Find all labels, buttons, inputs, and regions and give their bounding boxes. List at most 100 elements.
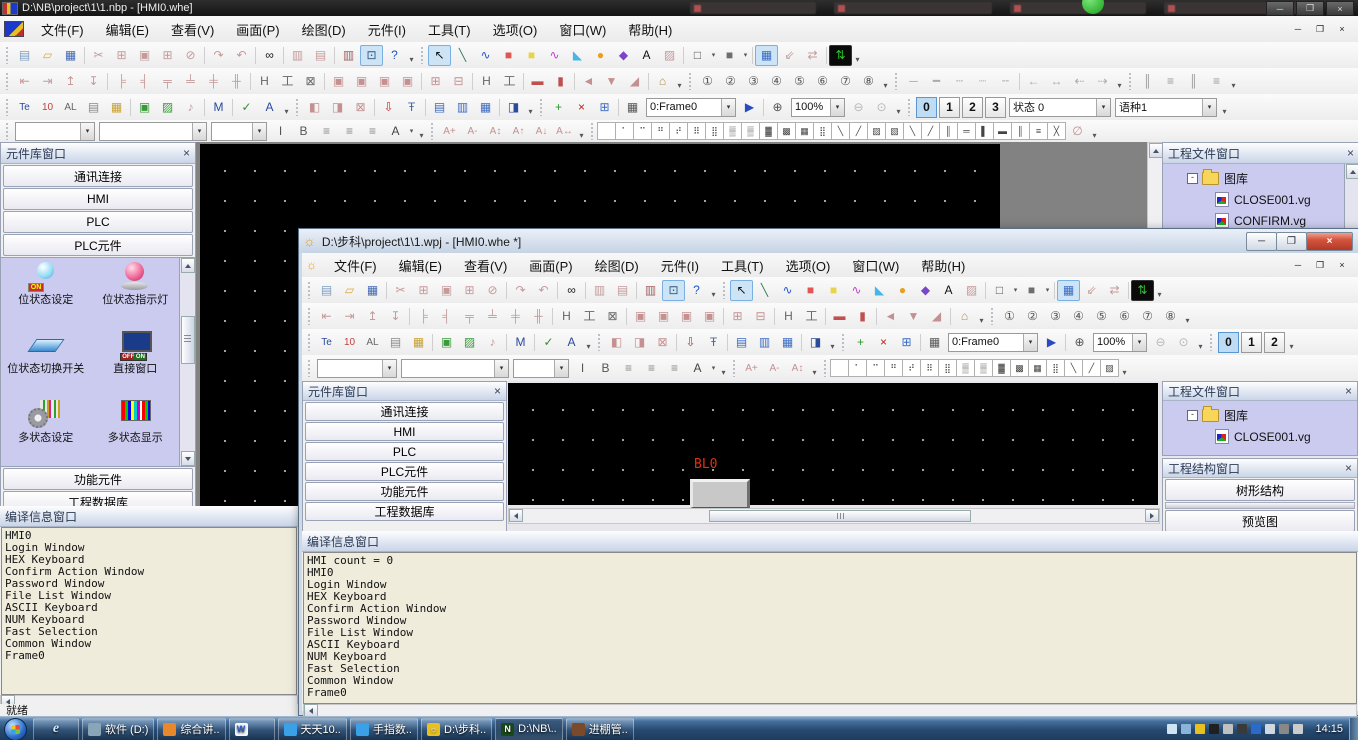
minimize-button[interactable]: ─ xyxy=(1266,1,1294,16)
toolbar-overflow-button[interactable]: ▾ xyxy=(852,45,863,65)
state-button-2[interactable]: 2 xyxy=(1264,332,1285,353)
cut-icon[interactable]: ✂ xyxy=(389,280,412,301)
undo-icon[interactable]: ↶ xyxy=(532,280,555,301)
group-icon[interactable]: ⊞ xyxy=(424,71,447,92)
toolbar-overflow-button[interactable]: ▾ xyxy=(893,97,904,117)
help-icon[interactable]: ? xyxy=(685,280,708,301)
taskbar-button[interactable]: 手指数.. xyxy=(350,718,418,740)
number-library-icon[interactable]: 10 xyxy=(36,97,59,118)
tray-icon[interactable] xyxy=(1181,724,1191,734)
zoom-fit-icon[interactable]: ⊙ xyxy=(1172,332,1195,353)
fence-v-icon[interactable]: ║ xyxy=(1182,71,1205,92)
fill-color-icon[interactable]: ■ xyxy=(718,45,741,66)
arrow-style-both-icon[interactable]: ↔ xyxy=(1045,71,1068,92)
bring-forward-icon[interactable]: ▣ xyxy=(675,306,698,327)
frame-select-combo[interactable]: 0:Frame0▾ xyxy=(948,333,1038,352)
tray-icon[interactable] xyxy=(1265,724,1275,734)
state7-icon[interactable]: ⑦ xyxy=(1136,306,1159,327)
state-button-1[interactable]: 1 xyxy=(939,97,960,118)
component-category-tab[interactable]: PLC xyxy=(305,442,504,461)
copy-icon[interactable]: ⊞ xyxy=(412,280,435,301)
pattern-swatch-icon[interactable]: ▦ xyxy=(795,122,814,140)
direct-window-icon[interactable]: ◨ xyxy=(502,97,525,118)
same-size-icon[interactable]: ⊠ xyxy=(601,306,624,327)
pattern-swatch-icon[interactable]: ⠿ xyxy=(920,359,939,377)
component-category-tab[interactable]: 功能元件 xyxy=(3,468,193,490)
language-combo[interactable]: 语种1▾ xyxy=(1115,98,1217,117)
zoom-level-combo[interactable]: 100%▾ xyxy=(1093,333,1147,352)
taskbar-button[interactable]: W xyxy=(229,718,275,740)
select-tool-icon[interactable]: ↖ xyxy=(730,280,753,301)
component-item[interactable]: 位状态设定 xyxy=(1,258,91,327)
center-horizontal-icon[interactable]: ╪ xyxy=(504,306,527,327)
compile-icon[interactable]: ✓ xyxy=(537,332,560,353)
multi-copy-icon[interactable]: ⊞ xyxy=(458,280,481,301)
state-button-0[interactable]: 0 xyxy=(916,97,937,118)
system-setting-icon[interactable]: Ŧ xyxy=(702,332,725,353)
state-button-0[interactable]: 0 xyxy=(1218,332,1239,353)
toolbar-grip[interactable] xyxy=(597,333,602,351)
help-icon[interactable]: ? xyxy=(383,45,406,66)
project-file-titlebar[interactable]: 工程文件窗口 × xyxy=(1163,143,1358,164)
flip-horizontal-icon[interactable]: ◄ xyxy=(577,71,600,92)
lock-icon[interactable]: ⌂ xyxy=(651,71,674,92)
dropdown-arrow-icon[interactable]: ▾ xyxy=(709,359,718,378)
state8-icon[interactable]: ⑧ xyxy=(1159,306,1182,327)
pattern-swatch-icon[interactable]: ╳ xyxy=(1047,122,1066,140)
bitmap-tool-icon[interactable]: ▨ xyxy=(960,280,983,301)
number-library-icon[interactable]: 10 xyxy=(338,332,361,353)
bring-forward-icon[interactable]: ▣ xyxy=(373,71,396,92)
toolbar-grip[interactable] xyxy=(894,72,899,90)
toolbar-grip[interactable] xyxy=(722,281,727,299)
toolbar-grip[interactable] xyxy=(590,122,595,140)
xy-chart-icon[interactable]: ▥ xyxy=(451,97,474,118)
panel-splitter[interactable] xyxy=(1165,502,1355,509)
image-library-icon[interactable]: ▨ xyxy=(458,332,481,353)
send-back-icon[interactable]: ▣ xyxy=(652,306,675,327)
toolbar-overflow-button[interactable]: ▾ xyxy=(1114,71,1125,91)
save-icon[interactable]: ▦ xyxy=(361,280,384,301)
v-space-icon[interactable]: 工 xyxy=(800,306,823,327)
menu-item[interactable]: 画面(P) xyxy=(225,16,290,42)
component-category-tab[interactable]: PLC元件 xyxy=(305,462,504,481)
pattern-swatch-icon[interactable]: ▬ xyxy=(993,122,1012,140)
pattern-swatch-icon[interactable]: ⠁ xyxy=(848,359,867,377)
component-category-tab[interactable]: 通讯连接 xyxy=(3,165,193,187)
pattern-swatch-icon[interactable]: ≡ xyxy=(1029,122,1048,140)
delete-icon[interactable]: ⊘ xyxy=(179,45,202,66)
same-width-icon[interactable]: H xyxy=(253,71,276,92)
component-item[interactable]: 位状态切换开关 xyxy=(1,327,91,396)
pattern-swatch-icon[interactable]: ⣿ xyxy=(938,359,957,377)
h-space-icon[interactable]: H xyxy=(777,306,800,327)
font-tool-icon[interactable]: A xyxy=(258,97,281,118)
rotate90-icon[interactable]: ◢ xyxy=(925,306,948,327)
delete-frame-icon[interactable]: × xyxy=(872,332,895,353)
component-category-tab[interactable]: PLC元件 xyxy=(3,234,193,256)
window-next-icon[interactable]: ◨ xyxy=(326,97,349,118)
bold-icon[interactable]: B xyxy=(292,121,315,142)
toolbar-grip[interactable] xyxy=(307,359,312,377)
open-file-icon[interactable]: ▱ xyxy=(338,280,361,301)
nudge-up-icon[interactable]: ↥ xyxy=(361,306,384,327)
pattern-swatch-icon[interactable]: ⣿ xyxy=(705,122,724,140)
menu-item[interactable]: 编辑(E) xyxy=(95,16,160,42)
new-file-icon[interactable]: ▤ xyxy=(13,45,36,66)
state4-icon[interactable]: ④ xyxy=(765,71,788,92)
snap-icon[interactable]: ⇙ xyxy=(778,45,801,66)
select-tool-icon[interactable]: ↖ xyxy=(428,45,451,66)
pattern-swatch-icon[interactable]: ▒ xyxy=(974,359,993,377)
address-tag-icon[interactable]: ▤ xyxy=(82,97,105,118)
tray-icon[interactable] xyxy=(1209,724,1219,734)
font-style-combo[interactable]: ▾ xyxy=(401,359,509,378)
combo-dropdown-button[interactable]: ▾ xyxy=(494,360,508,377)
bold-icon[interactable]: B xyxy=(594,358,617,379)
window-close-icon[interactable]: ⊠ xyxy=(651,332,674,353)
center-horizontal-icon[interactable]: ╪ xyxy=(202,71,225,92)
ruler-vertical-icon[interactable]: ▮ xyxy=(851,306,874,327)
data-log-icon[interactable]: ▦ xyxy=(776,332,799,353)
state8-icon[interactable]: ⑧ xyxy=(857,71,880,92)
menu-item[interactable]: 窗口(W) xyxy=(548,16,617,42)
zoom-out-icon[interactable]: ⊖ xyxy=(847,97,870,118)
address-book-icon[interactable]: ▥ xyxy=(337,45,360,66)
toolbar-grip[interactable] xyxy=(539,98,544,116)
